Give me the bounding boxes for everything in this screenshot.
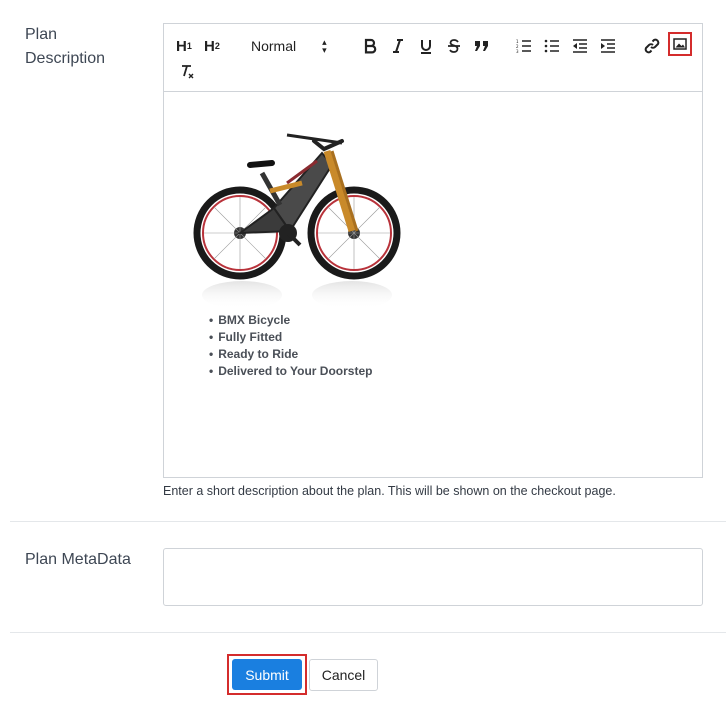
divider xyxy=(10,632,726,633)
editor-toolbar: H1 H2 Normal ▴ ▾ 123 xyxy=(164,24,702,92)
strike-icon xyxy=(448,39,460,53)
outdent-icon xyxy=(573,39,587,53)
h1-sub: 1 xyxy=(186,41,192,51)
plan-metadata-input[interactable] xyxy=(163,548,703,606)
bicycle-image xyxy=(193,133,401,309)
svg-text:3: 3 xyxy=(516,49,519,53)
divider xyxy=(10,521,726,522)
list-item: Ready to Ride xyxy=(209,346,372,363)
format-select-value: Normal xyxy=(251,38,297,54)
bullet-list-button[interactable] xyxy=(542,34,562,58)
outdent-button[interactable] xyxy=(570,34,590,58)
quote-icon xyxy=(475,41,488,51)
bold-button[interactable] xyxy=(361,34,379,58)
h1-label: H xyxy=(176,37,187,55)
editor-content[interactable]: BMX Bicycle Fully Fitted Ready to Ride D… xyxy=(164,93,702,477)
italic-button[interactable] xyxy=(389,34,407,58)
image-icon xyxy=(673,38,687,50)
submit-button[interactable]: Submit xyxy=(232,659,302,690)
rich-text-editor[interactable]: H1 H2 Normal ▴ ▾ 123 • BMX Bicycle • Ful… xyxy=(163,23,703,478)
h2-label: H xyxy=(204,37,215,55)
ordered-list-icon: 123 xyxy=(516,39,531,53)
select-caret-icon: ▴ ▾ xyxy=(322,37,327,55)
submit-highlight: Submit xyxy=(227,654,307,695)
underline-icon xyxy=(421,40,431,54)
link-button[interactable] xyxy=(642,34,662,58)
list-item: Fully Fitted xyxy=(209,329,372,346)
strike-button[interactable] xyxy=(445,34,463,58)
quote-button[interactable] xyxy=(473,34,491,58)
clear-format-icon xyxy=(182,65,194,79)
feature-list: BMX Bicycle Fully Fitted Ready to Ride D… xyxy=(209,312,372,380)
plan-description-label: Plan Description xyxy=(25,26,106,67)
ordered-list-button[interactable]: 123 xyxy=(514,34,534,58)
image-button[interactable] xyxy=(668,32,692,56)
cancel-button[interactable]: Cancel xyxy=(309,659,378,691)
indent-icon xyxy=(601,39,615,53)
description-help-text: Enter a short description about the plan… xyxy=(163,484,616,498)
h2-button[interactable]: H2 xyxy=(204,34,220,58)
plan-metadata-label: Plan MetaData xyxy=(25,551,131,568)
bullet-list-icon xyxy=(544,39,559,53)
list-item: BMX Bicycle xyxy=(209,312,372,329)
bold-icon xyxy=(364,38,377,54)
format-select[interactable]: Normal ▴ ▾ xyxy=(251,34,327,58)
h1-button[interactable]: H1 xyxy=(176,34,192,58)
link-icon xyxy=(644,38,660,54)
clear-format-button[interactable] xyxy=(178,60,196,84)
list-item: Delivered to Your Doorstep xyxy=(209,363,372,380)
h2-sub: 2 xyxy=(214,41,220,51)
indent-button[interactable] xyxy=(598,34,618,58)
underline-button[interactable] xyxy=(417,34,435,58)
italic-icon xyxy=(393,39,403,53)
